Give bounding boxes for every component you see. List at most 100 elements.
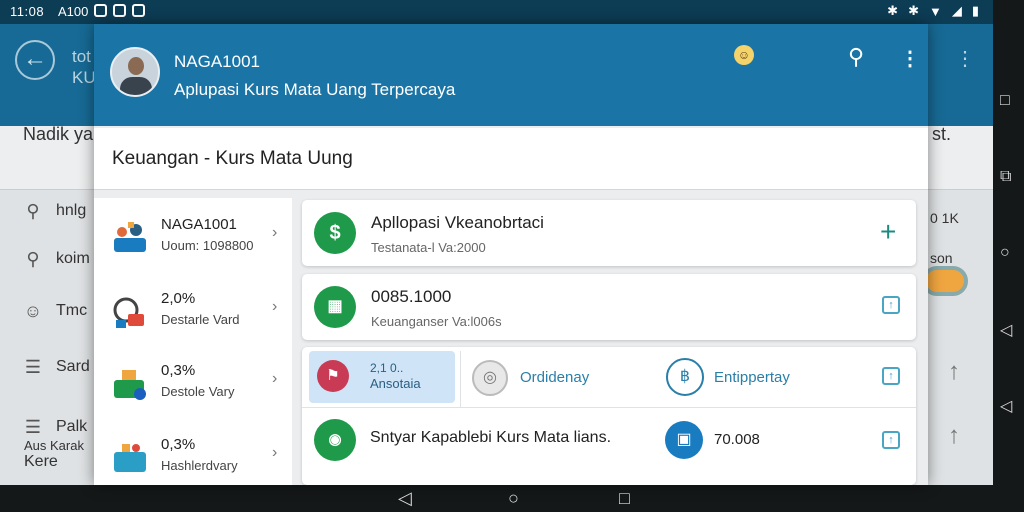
arrow-up-icon[interactable]: ↑ (948, 358, 960, 386)
app-dialog: NAGA1001 Aplupasi Kurs Mata Uang Terperc… (94, 24, 928, 485)
search-icon[interactable]: ⚲ (848, 44, 864, 70)
chevron-right-icon: › (272, 298, 278, 315)
square-icon[interactable]: ⧉ (1000, 168, 1011, 186)
left-item-subtitle: Uoum: 1098800 (161, 238, 254, 253)
wifi-icon: ▼ (928, 3, 942, 19)
chart-gauge-icon (113, 297, 144, 328)
profile-name: NAGA1001 (174, 52, 260, 71)
notification-icon (113, 4, 126, 17)
chevron-right-icon: › (272, 224, 278, 241)
left-list-item[interactable]: 0,3% Hashlerdvary › (94, 422, 292, 485)
back-triangle-icon[interactable]: ◁ (1000, 320, 1012, 340)
avatar-body (120, 77, 152, 95)
people-icon (114, 222, 146, 252)
left-item-subtitle: Destole Vary (161, 384, 235, 399)
share-icon[interactable]: ↑ (882, 367, 900, 385)
list-icon: ☰ (24, 417, 42, 437)
background-list-item[interactable]: ⚲ hnlg (22, 200, 86, 222)
search-icon: ⚲ (26, 249, 40, 269)
back-triangle-icon[interactable]: ◁ (1000, 396, 1012, 416)
left-item-title: 0,3% (161, 362, 196, 379)
home-icon[interactable]: ○ (508, 488, 519, 509)
background-list-label: Palk (56, 418, 88, 435)
background-list-label: koim (56, 250, 90, 267)
background-list-label: Tmc (56, 302, 88, 319)
left-item-title: 0,3% (161, 436, 196, 453)
background-bottom-line: Aus Karak (24, 438, 84, 453)
chart-icon: ▦ (314, 286, 356, 328)
background-right-text: 0 1K (930, 210, 959, 226)
tab-label: Ordidenay (520, 369, 590, 386)
left-item-title: 2,0% (161, 290, 196, 307)
notification-icons (94, 4, 145, 17)
card-title: 0085.1000 (371, 287, 452, 306)
square-icon[interactable]: □ (1000, 92, 1010, 110)
background-search-right: st. (932, 124, 952, 144)
battery-icon: ▮ (971, 3, 979, 18)
badge-icon: ⚑ (317, 360, 349, 392)
tab-separator (460, 351, 461, 407)
list-icon: ☰ (24, 357, 42, 377)
recents-icon[interactable]: □ (619, 488, 630, 509)
notification-icon (132, 4, 145, 17)
left-list-item[interactable]: 0,3% Destole Vary › (94, 348, 292, 418)
plus-icon[interactable]: + (880, 218, 896, 246)
search-icon: ⚲ (26, 201, 40, 221)
dialog-header: NAGA1001 Aplupasi Kurs Mata Uang Terperc… (94, 24, 928, 126)
left-list: NAGA1001 Uoum: 1098800 › 2,0% Destarle V… (94, 198, 292, 485)
status-bar: 11:08 A100 ✱ ✱ ▼ ◢ ▮ (0, 0, 993, 24)
system-icons: ✱ ✱ ▼ ◢ ▮ (887, 3, 979, 19)
dollar-icon: $ (314, 212, 356, 254)
background-right-text: son (930, 250, 953, 266)
card-value[interactable]: ▦ 0085.1000 Keuanganser Va:l006s ↑ (302, 274, 916, 340)
coin-icon: ◎ (472, 360, 508, 396)
tab-ordidenay[interactable]: ◎ Ordidenay (464, 351, 654, 403)
background-bottom-left: Aus Karak Kere (24, 438, 84, 471)
background-title-line: tot (72, 47, 91, 66)
bluetooth-icon: ✱ (908, 3, 919, 18)
briefcase-icon (114, 444, 146, 472)
tabs-card: ⚑ 2,1 0.. Ansotaia ◎ Ordidenay ฿ Entippe… (302, 347, 916, 485)
emoji-icon[interactable]: ☺ (734, 45, 754, 65)
left-item-subtitle: Hashlerdvary (161, 458, 238, 473)
bottom-navigation-bar: ◁ ○ □ (0, 485, 1024, 512)
card-subtitle: Testanata-l Va:2000 (371, 240, 486, 255)
background-list-item[interactable]: ☰ Palk (22, 416, 87, 438)
tab-ansotaia[interactable]: ⚑ 2,1 0.. Ansotaia (309, 351, 455, 403)
more-vert-icon[interactable]: ⋮ (900, 46, 920, 71)
left-list-item[interactable]: 2,0% Destarle Vard › (94, 276, 292, 346)
card-subtitle: Keuanganser Va:l006s (371, 314, 502, 329)
status-time: 11:08 (10, 4, 45, 19)
coins-icon: ◉ (314, 419, 356, 461)
circle-icon[interactable]: ○ (1000, 244, 1010, 262)
back-icon[interactable]: ← (15, 40, 55, 80)
left-list-item[interactable]: NAGA1001 Uoum: 1098800 › (94, 202, 292, 272)
wallet-icon (114, 370, 146, 400)
background-list-label: hnlg (56, 202, 87, 219)
back-icon[interactable]: ◁ (398, 488, 412, 509)
tab-line1: 2,1 0.. (370, 361, 404, 375)
notification-icon (94, 4, 107, 17)
share-icon[interactable]: ↑ (882, 296, 900, 314)
more-vert-icon[interactable]: ⋮ (955, 46, 975, 71)
left-item-subtitle: Destarle Vard (161, 312, 240, 327)
baht-icon: ฿ (666, 358, 704, 396)
avatar[interactable] (110, 47, 160, 97)
divider (302, 407, 916, 408)
background-list-item[interactable]: ☰ Sard (22, 356, 90, 378)
row-value: 70.008 (714, 431, 760, 448)
tab-entippertay[interactable]: ฿ Entippertay (662, 351, 902, 403)
arrow-up-icon[interactable]: ↑ (948, 422, 960, 450)
card-app[interactable]: $ Apllopasi Vkeanobrtaci Testanata-l Va:… (302, 200, 916, 266)
app-subtitle: Aplupasi Kurs Mata Uang Terpercaya (174, 80, 456, 99)
background-list-item[interactable]: ⚲ koim (22, 248, 90, 270)
background-list-item[interactable]: ☺ Tmc (22, 300, 87, 322)
tab-line2: Ansotaia (370, 376, 421, 391)
share-icon[interactable]: ↑ (882, 431, 900, 449)
background-toggle[interactable] (922, 266, 968, 296)
avatar-head (128, 57, 144, 75)
background-list-label: Sard (56, 358, 90, 375)
background-bottom-line: Kere (24, 453, 58, 470)
section-title: Keuangan - Kurs Mata Uung (112, 148, 353, 169)
background-title: tot KU (72, 46, 96, 88)
